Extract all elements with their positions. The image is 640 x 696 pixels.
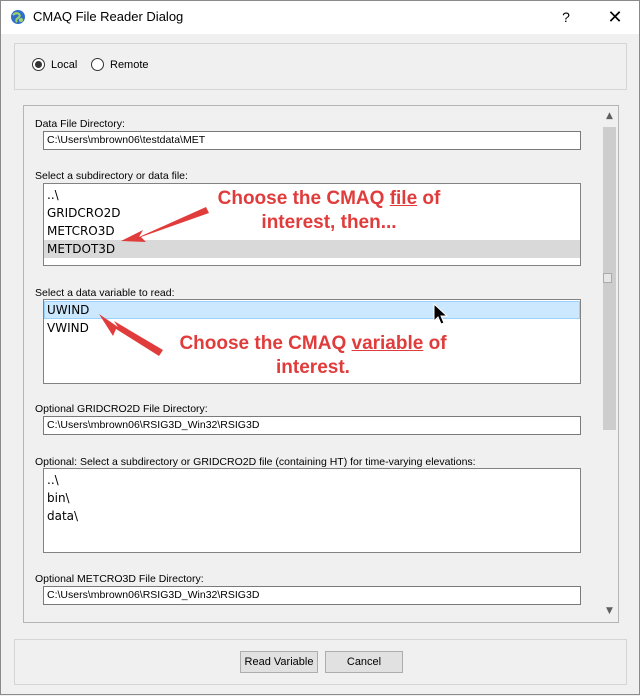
arrow-to-variable-icon [99, 314, 163, 356]
read-variable-button[interactable]: Read Variable [240, 651, 318, 673]
file-annotation: Choose the CMAQ file of interest, then..… [191, 187, 467, 235]
variable-annotation-word: variable [351, 333, 424, 354]
file-annotation-line2: interest, then... [261, 212, 397, 233]
cancel-button[interactable]: Cancel [325, 651, 403, 673]
dialog-window: CMAQ File Reader Dialog ? ✕ Local Remote… [0, 0, 640, 695]
variable-annotation: Choose the CMAQ variable of interest. [156, 332, 470, 380]
file-annotation-word: file [389, 188, 418, 209]
variable-annotation-text: of [423, 333, 447, 354]
variable-annotation-line2: interest. [276, 357, 350, 378]
file-annotation-line1: Choose the CMAQ file of [191, 187, 467, 211]
variable-annotation-text: Choose the CMAQ [179, 333, 352, 354]
file-annotation-text: Choose the CMAQ [217, 188, 390, 209]
button-panel [14, 639, 627, 685]
mouse-cursor-icon [433, 303, 449, 325]
variable-annotation-line1: Choose the CMAQ variable of [156, 332, 470, 356]
file-annotation-text: of [417, 188, 441, 209]
